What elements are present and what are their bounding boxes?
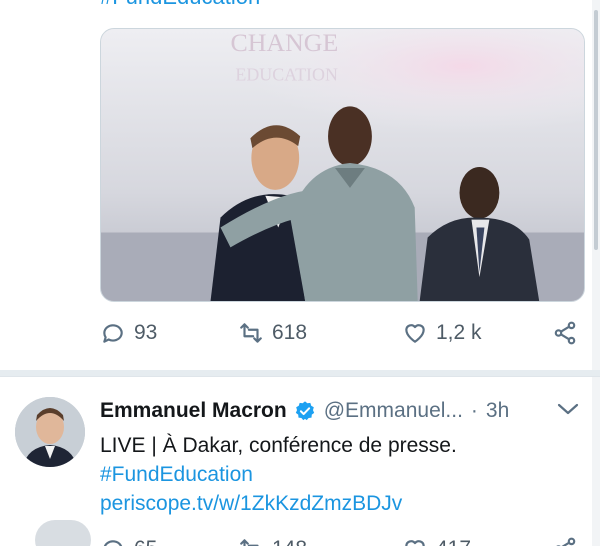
share-button[interactable]	[552, 534, 578, 546]
share-icon	[554, 321, 576, 345]
event-photo: CHANGE EDUCATION	[101, 29, 584, 301]
tweet-text-line: LIVE | À Dakar, conférence de presse.	[100, 434, 457, 457]
floating-compose-button[interactable]	[35, 520, 91, 546]
share-button[interactable]	[552, 318, 578, 348]
retweet-count: 148	[272, 537, 307, 546]
banner-text-education: EDUCATION	[235, 65, 338, 85]
like-button[interactable]: 417	[402, 534, 471, 546]
tweet-separator: ·	[470, 399, 478, 422]
previous-tweet-actions: 93 618 1,2 k	[100, 318, 585, 348]
retweet-button[interactable]: 148	[238, 534, 307, 546]
tweet-hashtag[interactable]: #FundEducation	[100, 460, 580, 489]
tweet-text: LIVE | À Dakar, conférence de presse. #F…	[100, 431, 580, 518]
tweet-media-photo[interactable]: CHANGE EDUCATION	[100, 28, 585, 302]
retweet-icon	[240, 539, 259, 546]
banner-text-change: CHANGE	[230, 29, 338, 57]
retweet-button[interactable]: 618	[238, 318, 307, 348]
verified-badge-icon	[295, 401, 314, 421]
reply-button[interactable]: 65	[100, 534, 157, 546]
tweet-link[interactable]: periscope.tv/w/1ZkKzdZmzBDJv	[100, 489, 580, 518]
retweet-icon	[240, 323, 262, 343]
author-handle[interactable]: @Emmanuel...	[324, 399, 463, 423]
tweet-divider-line	[0, 376, 600, 377]
like-count: 1,2 k	[436, 321, 482, 344]
reply-count: 93	[134, 321, 158, 344]
tweet-header: Emmanuel Macron @Emmanuel... · 3h	[100, 396, 509, 426]
scrollbar-thumb[interactable]	[594, 10, 598, 250]
avatar[interactable]	[15, 397, 85, 467]
tweet-timestamp[interactable]: 3h	[486, 399, 509, 423]
retweet-count: 618	[272, 321, 308, 344]
reply-count: 65	[134, 537, 157, 546]
reply-icon	[103, 540, 123, 546]
like-count: 417	[436, 537, 471, 546]
previous-tweet-hashtag[interactable]: #FundEducation	[100, 0, 260, 8]
author-name[interactable]: Emmanuel Macron	[100, 399, 287, 423]
tweet-actions: 65 148 417	[100, 534, 585, 546]
reply-icon	[103, 324, 123, 343]
chevron-down-icon[interactable]	[556, 400, 580, 418]
heart-icon	[405, 540, 425, 546]
heart-icon	[405, 324, 425, 343]
like-button[interactable]: 1,2 k	[402, 318, 482, 348]
profile-photo	[15, 397, 85, 467]
reply-button[interactable]: 93	[100, 318, 157, 348]
share-icon	[556, 537, 576, 546]
